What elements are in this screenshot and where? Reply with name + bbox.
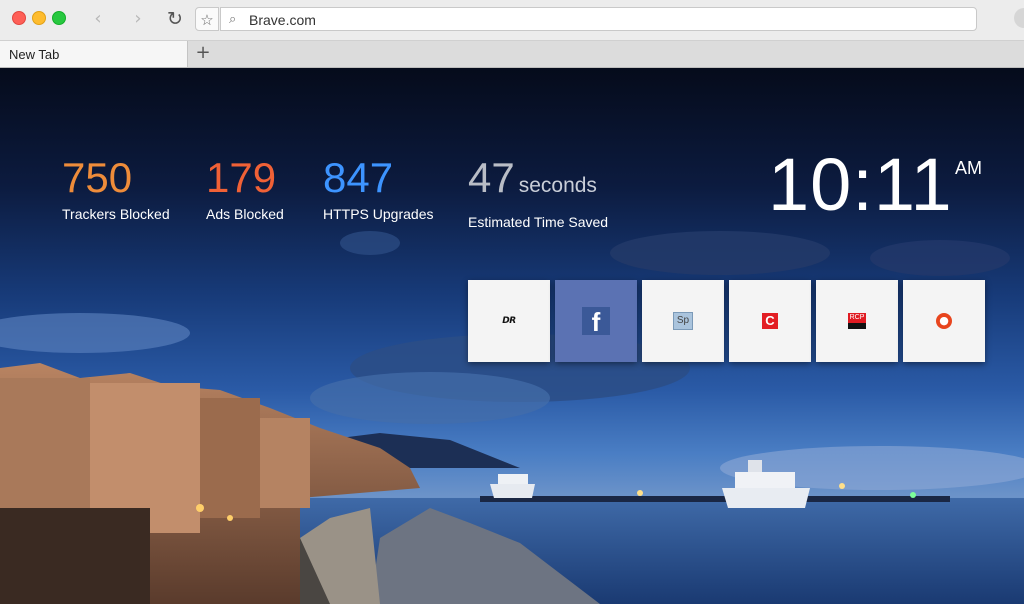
top-site-tile[interactable]: f (555, 280, 637, 362)
close-window-button[interactable] (12, 11, 26, 25)
rcp-logo-icon: RCP (848, 313, 866, 329)
brave-shield-icon[interactable] (1014, 8, 1024, 28)
bookmark-star-icon[interactable]: ☆ (195, 7, 219, 31)
time-saved-number: 47 (468, 154, 515, 201)
tab-strip: New Tab + (0, 41, 1024, 68)
top-site-tile[interactable]: Sp (642, 280, 724, 362)
search-icon: ⌕ (229, 12, 237, 27)
trackers-blocked-label: Trackers Blocked (62, 206, 170, 222)
time-saved-label: Estimated Time Saved (468, 214, 609, 230)
clock-ampm: AM (955, 158, 982, 178)
top-site-tile[interactable]: DR (468, 280, 550, 362)
forward-button[interactable]: › (126, 7, 150, 31)
zoom-window-button[interactable] (52, 11, 66, 25)
new-tab-page: 750 Trackers Blocked 179 Ads Blocked 847… (0, 68, 1024, 604)
time-saved-value: 47 seconds (468, 156, 608, 208)
back-button[interactable]: ‹ (86, 7, 110, 31)
window-titlebar: ‹ › ↻ ☆ ⌕ Brave.com (0, 0, 1024, 41)
top-site-tile[interactable]: ● (903, 280, 985, 362)
tab-new-tab[interactable]: New Tab (0, 41, 188, 67)
tab-label: New Tab (9, 47, 60, 62)
address-bar[interactable]: ⌕ Brave.com (220, 7, 977, 31)
ads-blocked-count: 179 (206, 154, 277, 201)
clock: 10:11 AM (768, 143, 982, 226)
trackers-blocked-count: 750 (62, 154, 133, 201)
https-upgrades-label: HTTPS Upgrades (323, 206, 434, 222)
stat-time-saved: 47 seconds Estimated Time Saved (468, 156, 609, 231)
new-tab-button[interactable]: + (194, 43, 212, 63)
minimize-window-button[interactable] (32, 11, 46, 25)
time-saved-unit: seconds (518, 174, 597, 197)
dr-logo-icon: DR (502, 316, 516, 326)
top-site-tile[interactable]: RCP (816, 280, 898, 362)
ads-blocked-label: Ads Blocked (206, 206, 284, 222)
clock-time: 10:11 (768, 143, 953, 226)
address-text[interactable]: Brave.com (249, 12, 316, 28)
stat-trackers-blocked: 750 Trackers Blocked (62, 154, 170, 223)
facebook-logo-icon: f (582, 307, 610, 337)
reload-button[interactable]: ↻ (163, 7, 187, 31)
ring-logo-icon: ● (936, 313, 952, 329)
sp-logo-icon: Sp (673, 312, 693, 330)
stat-ads-blocked: 179 Ads Blocked (206, 154, 284, 223)
stat-https-upgrades: 847 HTTPS Upgrades (323, 154, 434, 223)
top-site-tile[interactable]: C (729, 280, 811, 362)
https-upgrades-count: 847 (323, 154, 394, 201)
rcp-logo-text: RCP (848, 313, 866, 323)
c-logo-icon: C (762, 313, 778, 329)
